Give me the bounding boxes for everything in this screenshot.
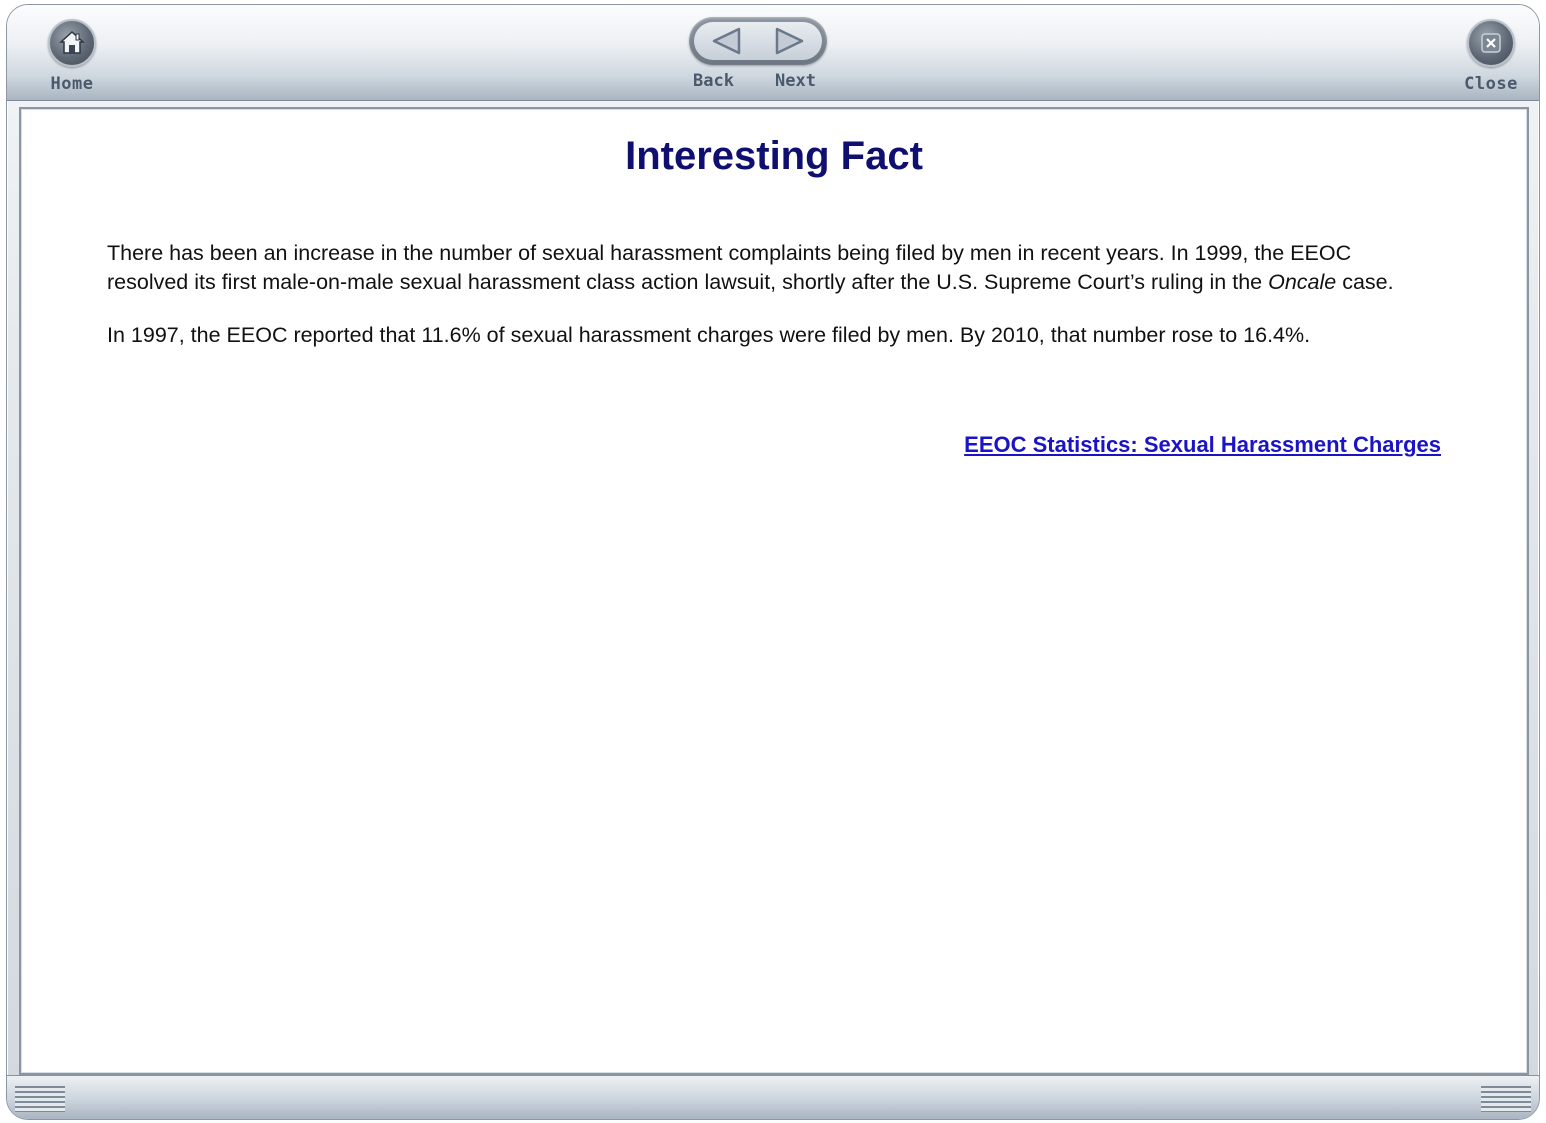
home-button[interactable]: Home — [37, 19, 107, 94]
window-frame: Home Back Next Close Interesting Fact Th… — [6, 4, 1540, 1120]
home-icon — [48, 19, 96, 67]
back-arrow-button[interactable] — [694, 22, 758, 60]
body-text: There has been an increase in the number… — [107, 239, 1437, 374]
close-button[interactable]: Close — [1452, 19, 1530, 94]
eeoc-statistics-link[interactable]: EEOC Statistics: Sexual Harassment Charg… — [964, 432, 1441, 458]
case-name: Oncale — [1268, 270, 1337, 294]
bottom-bar — [7, 1075, 1539, 1119]
back-arrow-icon — [712, 27, 741, 55]
paragraph-2: In 1997, the EEOC reported that 11.6% of… — [107, 323, 1311, 347]
paragraph-1-end: case. — [1336, 270, 1394, 294]
back-next-inner — [694, 22, 822, 60]
page-title: Interesting Fact — [625, 134, 923, 178]
paragraph-1: There has been an increase in the number… — [107, 239, 1437, 297]
content-panel: Interesting Fact There has been an incre… — [19, 107, 1529, 1075]
next-arrow-icon — [775, 27, 804, 55]
paragraph-1-start: There has been an increase in the number… — [107, 241, 1352, 294]
right-resize-grip-icon[interactable] — [1481, 1086, 1531, 1112]
toolbar: Home Back Next Close — [7, 5, 1539, 101]
next-arrow-button[interactable] — [758, 22, 822, 60]
left-resize-grip-icon[interactable] — [15, 1086, 65, 1112]
home-label: Home — [50, 74, 94, 94]
close-label: Close — [1464, 74, 1518, 94]
close-icon — [1467, 19, 1515, 67]
next-button-label[interactable]: Next — [775, 71, 816, 91]
back-next-control — [689, 17, 827, 65]
back-button-label[interactable]: Back — [693, 71, 734, 91]
